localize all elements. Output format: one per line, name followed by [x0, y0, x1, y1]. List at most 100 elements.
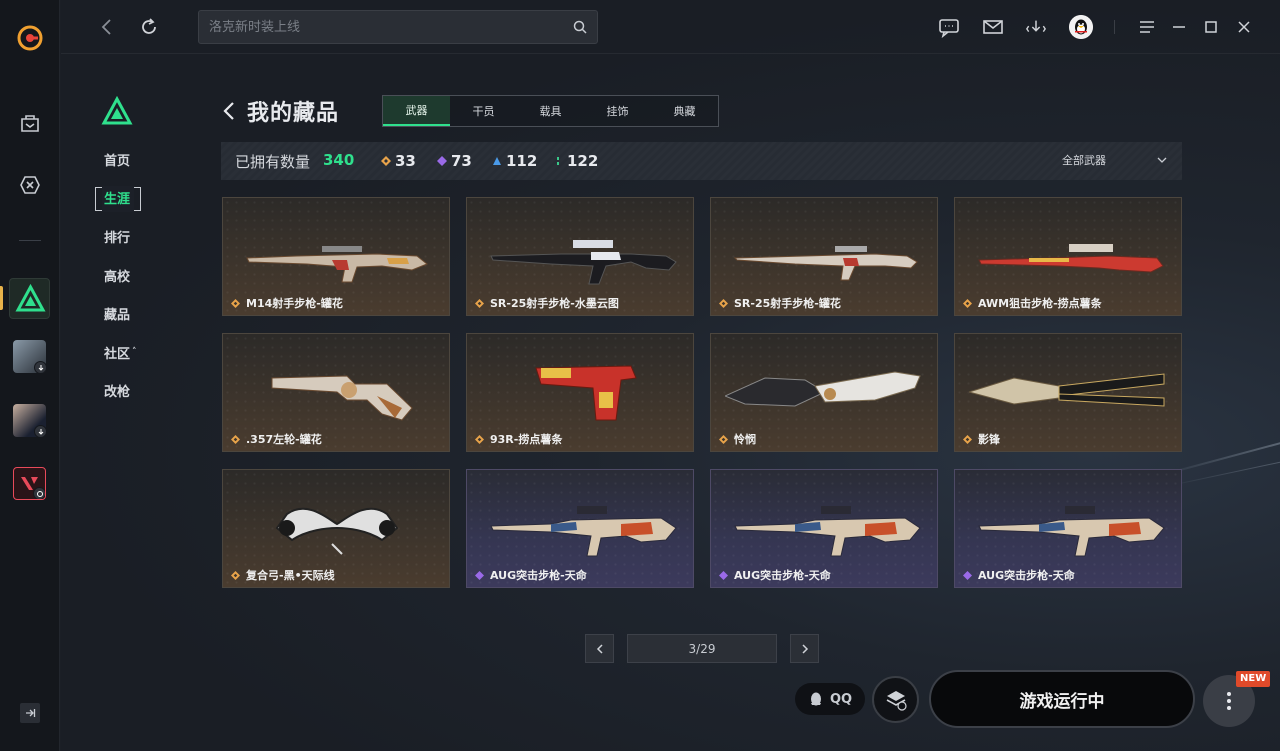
sub-nav-label: 首页 [104, 153, 131, 169]
chevron-right-icon [801, 643, 808, 654]
tab-vehicles[interactable]: 载具 [517, 96, 584, 126]
item-card[interactable]: SR-25射手步枪-水墨云图 [466, 197, 694, 316]
rarity-count: 73 [451, 152, 472, 170]
item-card[interactable]: .357左轮-罐花 [222, 333, 450, 452]
item-card[interactable]: SR-25射手步枪-罐花 [710, 197, 938, 316]
sub-nav-career[interactable]: 生涯 [93, 179, 173, 218]
launcher-logo-icon[interactable] [16, 24, 44, 52]
owned-label: 已拥有数量 [235, 153, 311, 171]
item-name: SR-25射手步枪-水墨云图 [475, 295, 619, 311]
sync-icon [33, 487, 45, 499]
delta-force-logo-icon [101, 96, 133, 125]
game-thumbnail-2[interactable] [13, 404, 46, 437]
sr25-rifle-icon [733, 246, 918, 281]
tab-weapons[interactable]: 武器 [383, 96, 450, 126]
gold-gem-icon [719, 298, 728, 308]
green-gem-icon [557, 157, 559, 165]
item-label: 影锋 [978, 433, 1000, 446]
app-rail [0, 0, 60, 751]
item-name: AWM狙击步枪-捞点薯条 [963, 295, 1102, 311]
minimize-icon[interactable] [1168, 16, 1190, 38]
top-bar [61, 0, 1280, 54]
qq-icon [810, 692, 821, 706]
menu-icon[interactable] [1136, 16, 1158, 38]
item-label: AUG突击步枪-天命 [978, 569, 1075, 582]
chat-icon[interactable] [938, 16, 960, 38]
sub-nav: 首页 生涯 排行 高校 藏品 社区 ˄ 改枪 [93, 140, 173, 410]
purple-gem-icon [719, 570, 728, 580]
mail-icon[interactable] [982, 16, 1004, 38]
item-card[interactable]: AUG突击步枪-天命 [954, 469, 1182, 588]
maximize-icon[interactable] [1200, 16, 1222, 38]
page-title: 我的藏品 [247, 101, 340, 126]
tab-operators[interactable]: 干员 [450, 96, 517, 126]
page-header: 我的藏品 [221, 94, 339, 128]
item-name: SR-25射手步枪-罐花 [719, 295, 841, 311]
purple-gem-icon [437, 156, 447, 166]
item-label: .357左轮-罐花 [246, 433, 322, 446]
sub-nav-college[interactable]: 高校 [93, 256, 173, 295]
item-card[interactable]: M14射手步枪-罐花 [222, 197, 450, 316]
search-box[interactable] [198, 10, 598, 44]
sub-nav-gunsmith[interactable]: 改枪 [93, 372, 173, 411]
item-card[interactable]: AWM狙击步枪-捞点薯条 [954, 197, 1182, 316]
sub-nav-community[interactable]: 社区 ˄ [93, 333, 173, 372]
qq-button[interactable]: QQ [795, 683, 865, 715]
item-name: 93R-捞点薯条 [475, 431, 562, 447]
gold-gem-icon [963, 434, 972, 444]
item-card[interactable]: 93R-捞点薯条 [466, 333, 694, 452]
expand-rail-icon[interactable] [20, 703, 40, 723]
item-card[interactable]: AUG突击步枪-天命 [466, 469, 694, 588]
item-card[interactable]: AUG突击步枪-天命 [710, 469, 938, 588]
sub-nav-label: 藏品 [104, 308, 131, 324]
close-icon[interactable] [1233, 16, 1255, 38]
download-manager-icon[interactable] [1025, 16, 1047, 38]
overlay-button[interactable] [872, 676, 919, 723]
item-label: AUG突击步枪-天命 [490, 569, 587, 582]
game-thumbnail-1[interactable] [13, 340, 46, 373]
page-back-icon[interactable] [221, 101, 237, 121]
search-icon[interactable] [573, 20, 587, 34]
item-name: AUG突击步枪-天命 [475, 567, 587, 583]
aug-rifle-icon [978, 506, 1165, 557]
item-card[interactable]: 怜悯 [710, 333, 938, 452]
main-area: 首页 生涯 排行 高校 藏品 社区˄ 改枪 我的藏品 武器 干员 载具 挂饰 典… [61, 0, 1280, 751]
item-name: .357左轮-罐花 [231, 431, 322, 447]
tab-charms[interactable]: 挂饰 [584, 96, 651, 126]
game-valorant[interactable] [13, 467, 46, 500]
item-card[interactable]: 复合弓-黑•天际线 [222, 469, 450, 588]
game-running-button[interactable]: 游戏运行中 [929, 670, 1195, 728]
m14-rifle-icon [246, 246, 428, 283]
owned-count: 340 [323, 151, 355, 169]
store-icon[interactable] [15, 108, 45, 138]
sub-nav-home[interactable]: 首页 [93, 140, 173, 179]
sub-nav-collection[interactable]: 藏品 [93, 294, 173, 333]
filter-label: 全部武器 [1062, 154, 1106, 167]
refresh-icon[interactable] [139, 17, 159, 37]
weapon-filter-select[interactable]: 全部武器 [1062, 152, 1168, 168]
item-label: AUG突击步枪-天命 [734, 569, 831, 582]
layers-icon [886, 690, 907, 711]
sub-nav-label: 排行 [104, 230, 131, 246]
pistol-icon [535, 365, 637, 421]
item-card[interactable]: 影锋 [954, 333, 1182, 452]
user-avatar[interactable] [1069, 15, 1093, 39]
revolver-icon [271, 375, 413, 421]
item-label: SR-25射手步枪-水墨云图 [490, 297, 619, 310]
top-divider [1114, 20, 1115, 34]
download-icon [34, 361, 46, 373]
tab-collectibles[interactable]: 典藏 [651, 96, 718, 126]
next-page-button[interactable] [790, 634, 819, 663]
prev-page-button[interactable] [585, 634, 614, 663]
game-delta-force[interactable] [9, 278, 50, 319]
community-icon[interactable] [15, 170, 45, 200]
back-icon[interactable] [97, 17, 117, 37]
sub-nav-ranking[interactable]: 排行 [93, 217, 173, 256]
aug-rifle-icon [734, 506, 921, 557]
gold-gem-icon [475, 298, 484, 308]
chevron-down-icon [1157, 157, 1167, 163]
rarity-gold-count: 33 [381, 152, 416, 170]
search-input[interactable] [209, 11, 559, 43]
sub-nav-label: 改枪 [104, 385, 131, 401]
stats-bar: 已拥有数量 340 33 73 112 122 全部武器 [221, 142, 1182, 180]
